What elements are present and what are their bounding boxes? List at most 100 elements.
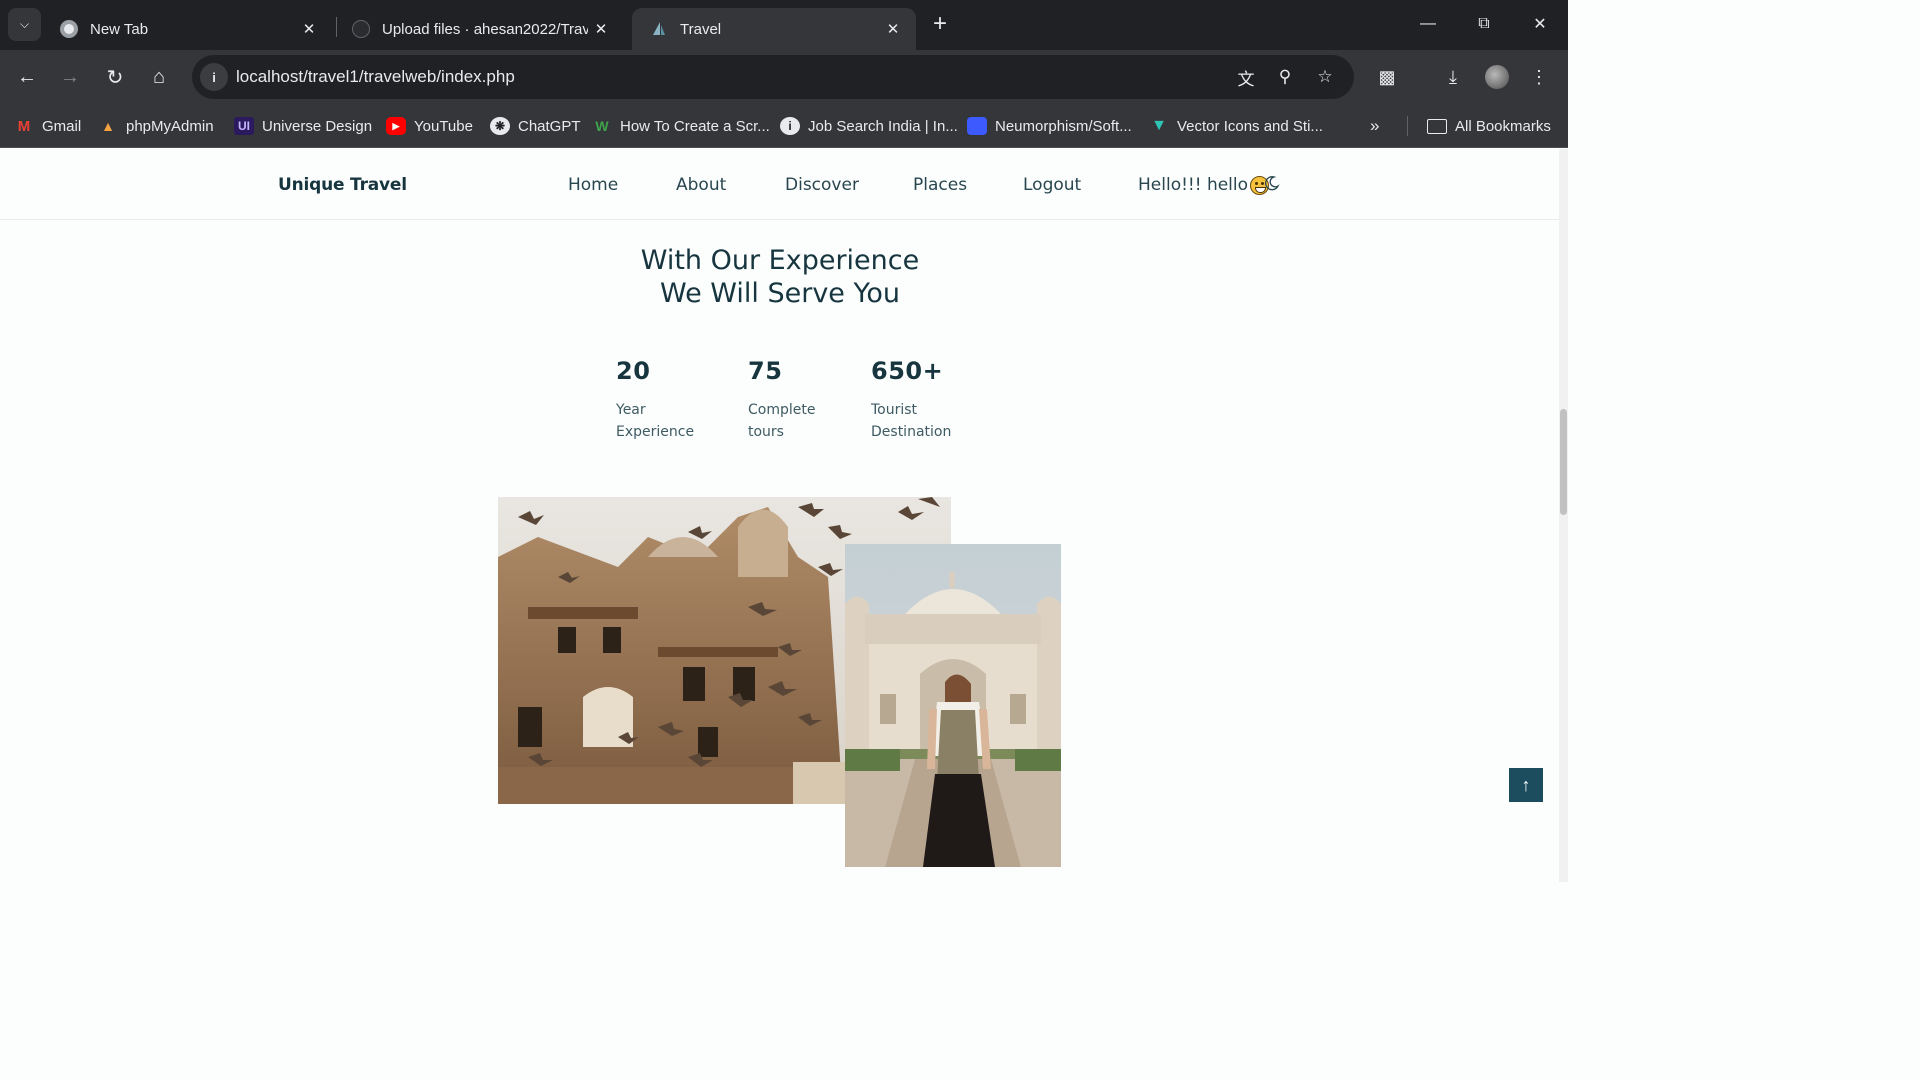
user-greeting: Hello!!! hello [1138, 175, 1270, 195]
bookmark-label: Job Search India | In... [808, 117, 958, 135]
new-tab-button[interactable]: + [926, 10, 954, 38]
bookmark-job-search[interactable]: i Job Search India | In... [780, 113, 958, 139]
site-info-icon[interactable]: i [200, 63, 228, 91]
stat-label-line: Tourist [871, 402, 918, 418]
scrollbar-thumb[interactable] [1560, 409, 1567, 515]
more-bookmarks-button[interactable]: » [1370, 113, 1379, 139]
bookmark-chatgpt[interactable]: ❋ ChatGPT [490, 113, 581, 139]
stat-number: 650+ [871, 357, 944, 385]
section-title-line: With Our Experience [640, 245, 920, 276]
chevron-down-icon: ⌵ [19, 17, 30, 31]
home-icon: ⌂ [152, 65, 166, 88]
tab-search-button[interactable]: ⌵ [8, 8, 41, 41]
url-text[interactable]: localhost/travel1/travelweb/index.php [236, 67, 515, 87]
section-title-line: We Will Serve You [659, 278, 901, 309]
bookmark-label: ChatGPT [518, 117, 581, 135]
stat-label-line: Destination [871, 424, 952, 440]
menu-icon[interactable]: ⋮ [1525, 63, 1553, 91]
address-bar[interactable]: i localhost/travel1/travelweb/index.php … [192, 55, 1354, 99]
bookmark-label: phpMyAdmin [126, 117, 214, 135]
close-icon[interactable]: ✕ [588, 16, 614, 42]
restore-button[interactable]: ⧉ [1456, 0, 1512, 48]
bookmark-vector-icons[interactable]: ▼ Vector Icons and Sti... [1149, 113, 1323, 139]
stat-tours: 75 Complete tours [748, 357, 858, 443]
nav-home[interactable]: Home [568, 175, 618, 195]
bookmark-neumorphism[interactable]: Neumorphism/Soft... [967, 113, 1132, 139]
chatgpt-icon: ❋ [490, 117, 510, 135]
back-button[interactable]: ← [13, 63, 41, 91]
tab-travel[interactable]: Travel ✕ [632, 8, 916, 50]
bookmarks-bar: M Gmail ▲ phpMyAdmin UI Universe Design … [0, 104, 1568, 148]
site-header: Unique Travel Home About Discover Places… [0, 149, 1559, 220]
avatar[interactable] [1483, 63, 1511, 91]
bookmark-youtube[interactable]: ▶ YouTube [386, 113, 473, 139]
restore-icon: ⧉ [1478, 15, 1490, 32]
download-icon[interactable]: ⤓ [1439, 63, 1467, 91]
translate-icon[interactable]: 文 [1234, 65, 1258, 89]
stat-label: Complete tours [748, 399, 858, 443]
minimize-icon: — [1420, 15, 1436, 32]
tab-title: New Tab [90, 20, 149, 38]
bookmark-label: YouTube [414, 117, 473, 135]
close-icon[interactable]: ✕ [296, 16, 322, 42]
bookmark-universe-design[interactable]: UI Universe Design [234, 113, 372, 139]
minimize-button[interactable]: — [1400, 0, 1456, 48]
square-icon [967, 117, 987, 135]
tab-title: Upload files · ahesan2022/Trave [382, 20, 588, 38]
reload-icon: ↻ [106, 66, 124, 89]
info-icon: i [780, 117, 800, 135]
plus-icon: + [932, 10, 947, 37]
zoom-icon[interactable]: ⚲ [1273, 65, 1297, 89]
nav-places[interactable]: Places [913, 175, 967, 195]
all-bookmarks-button[interactable]: All Bookmarks [1427, 113, 1551, 139]
stat-years: 20 Year Experience [616, 357, 726, 443]
stat-number: 75 [748, 357, 783, 385]
tab-new-tab[interactable]: New Tab ✕ [42, 8, 332, 50]
stat-label: Year Experience [616, 399, 726, 443]
page-scrollbar[interactable] [1559, 149, 1568, 882]
forward-button[interactable]: → [56, 63, 84, 91]
stat-label: Tourist Destination [871, 399, 981, 443]
github-icon [352, 20, 370, 38]
nav-about[interactable]: About [676, 175, 726, 195]
close-window-button[interactable]: ✕ [1512, 0, 1568, 48]
stat-number: 20 [616, 357, 651, 385]
bookmark-label: Vector Icons and Sti... [1177, 117, 1323, 135]
tab-title: Travel [680, 20, 722, 38]
bookmark-label: Universe Design [262, 117, 373, 135]
arrow-left-icon: ← [17, 65, 37, 88]
w-icon: W [595, 118, 609, 134]
home-button[interactable]: ⌂ [145, 63, 173, 91]
reload-button[interactable]: ↻ [101, 63, 129, 91]
arrow-right-icon: → [60, 65, 80, 88]
phpmyadmin-icon: ▲ [101, 118, 115, 134]
star-icon[interactable]: ☆ [1313, 65, 1337, 89]
stat-label-line: tours [748, 424, 784, 440]
bookmark-phpmyadmin[interactable]: ▲ phpMyAdmin [98, 113, 214, 139]
bookmark-label: Gmail [42, 117, 82, 135]
stat-destinations: 650+ Tourist Destination [871, 357, 981, 443]
site-logo[interactable]: Unique Travel [278, 175, 407, 195]
nav-discover[interactable]: Discover [785, 175, 859, 195]
close-icon[interactable]: ✕ [880, 16, 906, 42]
close-icon: ✕ [1533, 16, 1547, 33]
stat-label-line: Year [616, 402, 646, 418]
scroll-to-top-button[interactable]: ↑ [1509, 768, 1543, 802]
section-title: With Our Experience We Will Serve You [580, 244, 980, 310]
bookmark-label: All Bookmarks [1455, 117, 1551, 135]
tab-upload-files[interactable]: Upload files · ahesan2022/Trave ✕ [334, 8, 624, 50]
stat-label-line: Experience [616, 424, 695, 440]
sail-icon [650, 20, 668, 38]
bookmark-label: Neumorphism/Soft... [995, 117, 1132, 135]
extensions-icon[interactable]: ▩ [1373, 63, 1401, 91]
bookmark-gmail[interactable]: M Gmail [14, 113, 81, 139]
bookmark-label: How To Create a Scr... [620, 117, 770, 135]
nav-logout[interactable]: Logout [1023, 175, 1081, 195]
bookmark-how-to-create[interactable]: W How To Create a Scr... [592, 113, 770, 139]
bookmark-divider [1407, 116, 1408, 136]
browser-toolbar: ← → ↻ ⌂ i localhost/travel1/travelweb/in… [0, 50, 1568, 104]
moon-icon[interactable] [1264, 175, 1282, 193]
vector-icon: ▼ [1151, 117, 1167, 134]
chrome-icon [60, 20, 78, 38]
ui-icon: UI [234, 117, 254, 135]
